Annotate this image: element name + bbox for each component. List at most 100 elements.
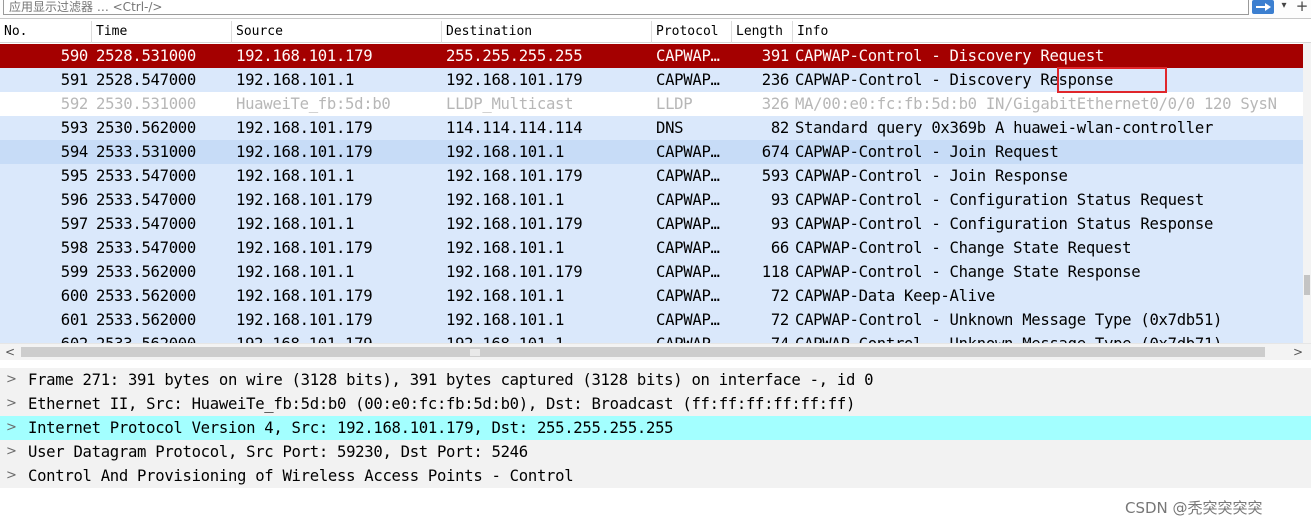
packet-row-591[interactable]: 591 2528.547000 192.168.101.1 192.168.101.1… [0, 68, 1303, 92]
cell-source: 192.168.101.1 [236, 263, 355, 281]
packet-row-595[interactable]: 595 2533.547000 192.168.101.1 192.168.101.1… [0, 164, 1303, 188]
column-header-destination[interactable]: Destination [442, 21, 652, 43]
filter-history-chevron-down-icon[interactable]: ▾ [1278, 0, 1290, 14]
column-header-protocol[interactable]: Protocol [652, 21, 732, 43]
packet-row-596[interactable]: 596 2533.547000 192.168.101.179 192.168.101… [0, 188, 1303, 212]
expand-chevron-right-icon[interactable]: > [6, 368, 20, 392]
vertical-scrollbar-thumb[interactable] [1304, 275, 1310, 295]
expand-chevron-right-icon[interactable]: > [6, 392, 20, 416]
cell-no: 601 [60, 311, 89, 329]
cell-protocol: CAPWAP… [656, 239, 720, 257]
cell-length: 72 [770, 311, 789, 329]
cell-time: 2533.547000 [96, 239, 196, 257]
cell-no: 600 [60, 287, 89, 305]
cell-destination: 192.168.101.179 [446, 71, 583, 89]
cell-no: 598 [60, 239, 89, 257]
cell-time: 2530.531000 [96, 95, 196, 113]
cell-info: CAPWAP-Control - Change State Request [795, 239, 1132, 257]
cell-source: 192.168.101.179 [236, 287, 373, 305]
cell-length: 674 [761, 143, 790, 161]
packet-row-600[interactable]: 600 2533.562000 192.168.101.179 192.168.101… [0, 284, 1303, 308]
vertical-scrollbar[interactable] [1303, 43, 1311, 343]
packet-row-602[interactable]: 602 2533.562000 192.168.101.179 192.168.101… [0, 332, 1303, 343]
cell-source: 192.168.101.179 [236, 311, 373, 329]
cell-source: 192.168.101.179 [236, 119, 373, 137]
packet-row-592[interactable]: 592 2530.531000 HuaweiTe_fb:5d:b0 LLDP_Mult… [0, 92, 1303, 116]
cell-destination: 192.168.101.1 [446, 287, 565, 305]
cell-protocol: CAPWAP… [656, 191, 720, 209]
detail-row-text: Control And Provisioning of Wireless Acc… [28, 467, 574, 485]
packet-row-599[interactable]: 599 2533.562000 192.168.101.1 192.168.101.1… [0, 260, 1303, 284]
cell-no: 596 [60, 191, 89, 209]
scroll-left-arrow-icon[interactable]: < [2, 344, 18, 360]
cell-destination: 192.168.101.1 [446, 311, 565, 329]
packet-list-header: No. Time Source Destination Protocol Len… [0, 21, 1311, 43]
cell-source: 192.168.101.179 [236, 143, 373, 161]
expand-chevron-right-icon[interactable]: > [6, 440, 20, 464]
cell-destination: 192.168.101.1 [446, 239, 565, 257]
cell-time: 2533.547000 [96, 191, 196, 209]
column-header-source[interactable]: Source [232, 21, 442, 43]
packet-row-598[interactable]: 598 2533.547000 192.168.101.179 192.168.101… [0, 236, 1303, 260]
display-filter-input[interactable] [3, 0, 1249, 15]
cell-source: HuaweiTe_fb:5d:b0 [236, 95, 391, 113]
packet-row-597[interactable]: 597 2533.547000 192.168.101.1 192.168.101.1… [0, 212, 1303, 236]
cell-time: 2533.562000 [96, 332, 232, 343]
detail-row-0[interactable]: > Frame 271: 391 bytes on wire (3128 bits… [0, 368, 1311, 392]
cell-time: 2533.531000 [96, 143, 196, 161]
scroll-right-arrow-icon[interactable]: > [1290, 344, 1306, 360]
cell-source: 192.168.101.179 [236, 47, 373, 65]
cell-no: 591 [60, 71, 89, 89]
column-header-info[interactable]: Info [793, 21, 1303, 43]
horizontal-scrollbar[interactable]: < > [0, 343, 1311, 360]
apply-filter-arrow-icon[interactable] [1252, 0, 1274, 14]
cell-time: 2533.562000 [96, 311, 196, 329]
cell-destination: 192.168.101.1 [446, 191, 565, 209]
expand-chevron-right-icon[interactable]: > [6, 464, 20, 488]
expand-chevron-right-icon[interactable]: > [6, 416, 20, 440]
column-header-no[interactable]: No. [0, 21, 92, 43]
cell-source: 192.168.101.1 [236, 215, 355, 233]
horizontal-scrollbar-track[interactable] [21, 347, 1285, 357]
cell-no: 592 [60, 95, 89, 113]
cell-time: 2533.562000 [96, 287, 196, 305]
detail-row-2[interactable]: > Internet Protocol Version 4, Src: 192.1… [0, 416, 1311, 440]
packet-row-601[interactable]: 601 2533.562000 192.168.101.179 192.168.101… [0, 308, 1303, 332]
horizontal-scrollbar-thumb[interactable] [21, 347, 1265, 357]
cell-protocol: CAPWAP… [656, 332, 732, 343]
cell-source: 192.168.101.179 [236, 191, 373, 209]
cell-destination: 255.255.255.255 [446, 47, 583, 65]
add-filter-button-plus-icon[interactable]: + [1295, 0, 1309, 14]
cell-length: 93 [770, 215, 789, 233]
cell-no: 593 [60, 119, 89, 137]
cell-length: 326 [761, 95, 790, 113]
detail-row-3[interactable]: > User Datagram Protocol, Src Port: 59230… [0, 440, 1311, 464]
packet-row-593[interactable]: 593 2530.562000 192.168.101.179 114.114.114… [0, 116, 1303, 140]
packet-list: No. Time Source Destination Protocol Len… [0, 21, 1311, 343]
cell-no: 594 [60, 143, 89, 161]
cell-time: 2533.547000 [96, 215, 196, 233]
cell-destination: 192.168.101.179 [446, 167, 583, 185]
detail-row-1[interactable]: > Ethernet II, Src: HuaweiTe_fb:5d:b0 (00… [0, 392, 1311, 416]
column-header-time[interactable]: Time [92, 21, 232, 43]
packet-row-590[interactable]: 590 2528.531000 192.168.101.179 255.255.255… [0, 44, 1303, 68]
cell-protocol: LLDP [656, 95, 693, 113]
cell-length: 82 [770, 119, 789, 137]
detail-row-4[interactable]: > Control And Provisioning of Wireless Ac… [0, 464, 1311, 488]
cell-length: 66 [770, 239, 789, 257]
cell-info: MA/00:e0:fc:fb:5d:b0 IN/GigabitEthernet0… [795, 95, 1277, 113]
detail-row-text: Ethernet II, Src: HuaweiTe_fb:5d:b0 (00:… [28, 395, 856, 413]
cell-time: 2533.547000 [96, 167, 196, 185]
cell-destination: 192.168.101.179 [446, 263, 583, 281]
cell-source: 192.168.101.1 [236, 167, 355, 185]
detail-row-text: Frame 271: 391 bytes on wire (3128 bits)… [28, 371, 874, 389]
cell-destination: LLDP_Multicast [446, 95, 574, 113]
packet-row-594[interactable]: 594 2533.531000 192.168.101.179 192.168.101… [0, 140, 1303, 164]
cell-info: CAPWAP-Control - Join Request [795, 143, 1059, 161]
cell-destination: 192.168.101.1 [446, 332, 652, 343]
cell-time: 2528.547000 [96, 71, 196, 89]
cell-source: 192.168.101.179 [236, 332, 442, 343]
column-header-length[interactable]: Length [732, 21, 793, 43]
cell-length: 93 [770, 191, 789, 209]
cell-info: CAPWAP-Control - Configuration Status Re… [795, 191, 1204, 209]
